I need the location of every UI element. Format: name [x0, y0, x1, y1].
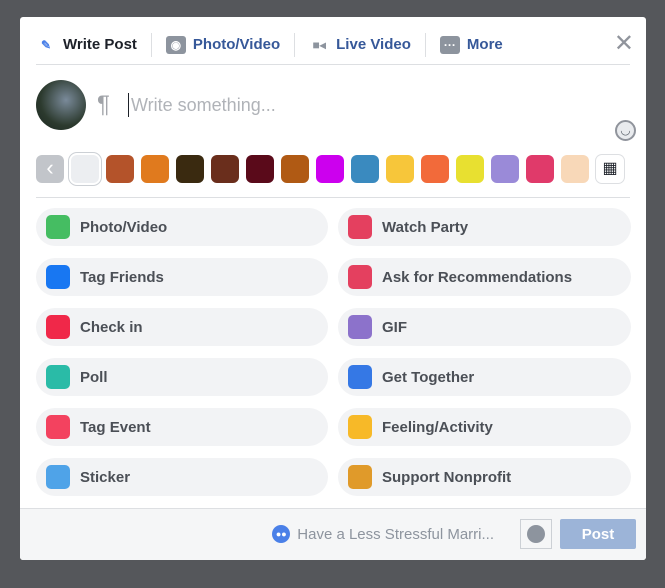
emoji-icon[interactable]: ◡ [615, 120, 636, 141]
option-ask-for-recommendations[interactable]: Ask for Recommendations [338, 258, 631, 296]
background-swatches: ‹ ▦ [36, 155, 624, 183]
background-swatch[interactable] [316, 155, 344, 183]
option-label: Support Nonprofit [382, 468, 512, 486]
background-swatch[interactable] [106, 155, 134, 183]
option-check-in[interactable]: Check in [36, 308, 328, 346]
audience-selector[interactable]: ●● Have a Less Stressful Marri... [272, 525, 494, 543]
background-swatch[interactable] [491, 155, 519, 183]
background-swatch[interactable] [176, 155, 204, 183]
post-text-input[interactable] [128, 93, 568, 117]
option-watch-party[interactable]: Watch Party [338, 208, 631, 246]
background-swatch[interactable] [141, 155, 169, 183]
popcorn-icon [348, 215, 372, 239]
gif-icon [348, 315, 372, 339]
option-get-together[interactable]: Get Together [338, 358, 631, 396]
option-tag-event[interactable]: Tag Event [36, 408, 328, 446]
swatch-prev-button[interactable]: ‹ [36, 155, 64, 183]
background-swatch[interactable] [211, 155, 239, 183]
option-sticker[interactable]: Sticker [36, 458, 328, 496]
option-label: Sticker [80, 468, 131, 486]
create-post-dialog: ✎ Write Post ◉ Photo/Video ■◂ Live Video ··… [20, 17, 646, 560]
option-photo-video[interactable]: Photo/Video [36, 208, 328, 246]
sticker-icon [46, 465, 70, 489]
option-label: GIF [382, 318, 407, 336]
avatar [36, 80, 86, 130]
group-icon: ●● [272, 525, 291, 543]
option-label: Get Together [382, 368, 475, 386]
tab-live-video[interactable]: ■◂ Live Video [295, 32, 426, 57]
smiley-icon [348, 415, 372, 439]
tab-more[interactable]: ··· More [426, 33, 517, 57]
option-label: Feeling/Activity [382, 418, 493, 436]
paragraph-icon: ¶ [97, 91, 110, 118]
close-icon[interactable]: ✕ [614, 29, 634, 58]
divider [36, 197, 630, 198]
composer-tabs: ✎ Write Post ◉ Photo/Video ■◂ Live Video ··… [36, 25, 630, 65]
option-support-nonprofit[interactable]: Support Nonprofit [338, 458, 631, 496]
swatch-grid-button[interactable]: ▦ [596, 155, 624, 183]
option-gif[interactable]: GIF [338, 308, 631, 346]
background-swatch[interactable] [561, 155, 589, 183]
option-label: Poll [80, 368, 108, 386]
background-swatch[interactable] [456, 155, 484, 183]
option-label: Tag Friends [80, 268, 164, 286]
camera-icon: ◉ [165, 35, 186, 54]
background-swatch[interactable] [526, 155, 554, 183]
heart-icon [348, 465, 372, 489]
tab-write-post[interactable]: ✎ Write Post [36, 32, 152, 57]
option-label: Ask for Recommendations [382, 268, 573, 286]
clock-icon [527, 525, 545, 543]
video-camera-icon: ■◂ [312, 37, 326, 52]
option-poll[interactable]: Poll [36, 358, 328, 396]
post-button[interactable]: Post [560, 519, 636, 549]
background-swatch[interactable] [351, 155, 379, 183]
background-swatch[interactable] [246, 155, 274, 183]
background-swatch[interactable] [386, 155, 414, 183]
background-swatch[interactable] [421, 155, 449, 183]
post-options: Photo/Video Watch Party Tag Friends Ask for… [36, 208, 631, 496]
background-swatch[interactable] [281, 155, 309, 183]
option-label: Tag Event [80, 418, 151, 436]
option-feeling-activity[interactable]: Feeling/Activity [338, 408, 631, 446]
background-swatch[interactable] [71, 155, 99, 183]
wave-hand-icon [348, 365, 372, 389]
calendar-icon [46, 415, 70, 439]
poll-icon [46, 365, 70, 389]
tag-friends-icon [46, 265, 70, 289]
option-tag-friends[interactable]: Tag Friends [36, 258, 328, 296]
tab-photo-video[interactable]: ◉ Photo/Video [152, 32, 296, 57]
option-label: Check in [80, 318, 143, 336]
schedule-button[interactable] [520, 519, 552, 549]
option-label: Watch Party [382, 218, 469, 236]
recommendations-icon [348, 265, 372, 289]
location-pin-icon [46, 315, 70, 339]
more-icon: ··· [439, 35, 460, 54]
pencil-icon: ✎ [40, 37, 52, 52]
option-label: Photo/Video [80, 218, 168, 236]
footer: ●● Have a Less Stressful Marri... Post [20, 508, 646, 560]
photo-icon [46, 215, 70, 239]
